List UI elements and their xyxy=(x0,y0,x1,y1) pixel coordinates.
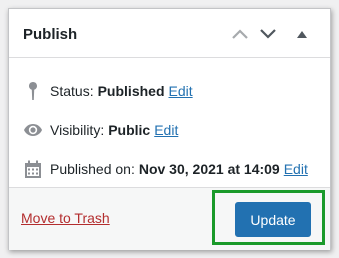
status-label: Status: xyxy=(50,83,94,99)
move-down-button[interactable] xyxy=(257,23,279,45)
move-up-button[interactable] xyxy=(229,23,251,45)
published-label: Published on: xyxy=(50,161,135,177)
visibility-label: Visibility: xyxy=(50,122,105,138)
status-row: Status: Published Edit xyxy=(23,79,193,103)
triangle-up-icon xyxy=(297,30,307,38)
status-edit-link[interactable]: Edit xyxy=(169,83,193,99)
published-row: Published on: Nov 30, 2021 at 14:09 Edit xyxy=(23,157,308,181)
move-to-trash-link[interactable]: Move to Trash xyxy=(21,210,110,226)
screenshot-frame: Publish Status: Published Edit Visibilit… xyxy=(0,0,339,258)
panel-header: Publish xyxy=(9,9,330,58)
publish-actions: Move to Trash Update xyxy=(9,187,330,250)
visibility-value: Public xyxy=(108,122,151,138)
published-value: Nov 30, 2021 at 14:09 xyxy=(138,161,280,177)
eye-icon xyxy=(23,119,43,141)
chevron-down-icon xyxy=(260,29,276,39)
chevron-up-icon xyxy=(232,29,248,39)
panel-title: Publish xyxy=(23,26,78,43)
calendar-icon xyxy=(23,158,43,180)
toggle-panel-button[interactable] xyxy=(291,23,313,45)
published-edit-link[interactable]: Edit xyxy=(284,161,308,177)
visibility-edit-link[interactable]: Edit xyxy=(154,122,178,138)
pin-icon xyxy=(23,80,43,102)
publish-panel: Publish Status: Published Edit Visibilit… xyxy=(8,8,331,250)
update-button[interactable]: Update xyxy=(235,202,311,237)
status-value: Published xyxy=(97,83,165,99)
visibility-row: Visibility: Public Edit xyxy=(23,118,178,142)
